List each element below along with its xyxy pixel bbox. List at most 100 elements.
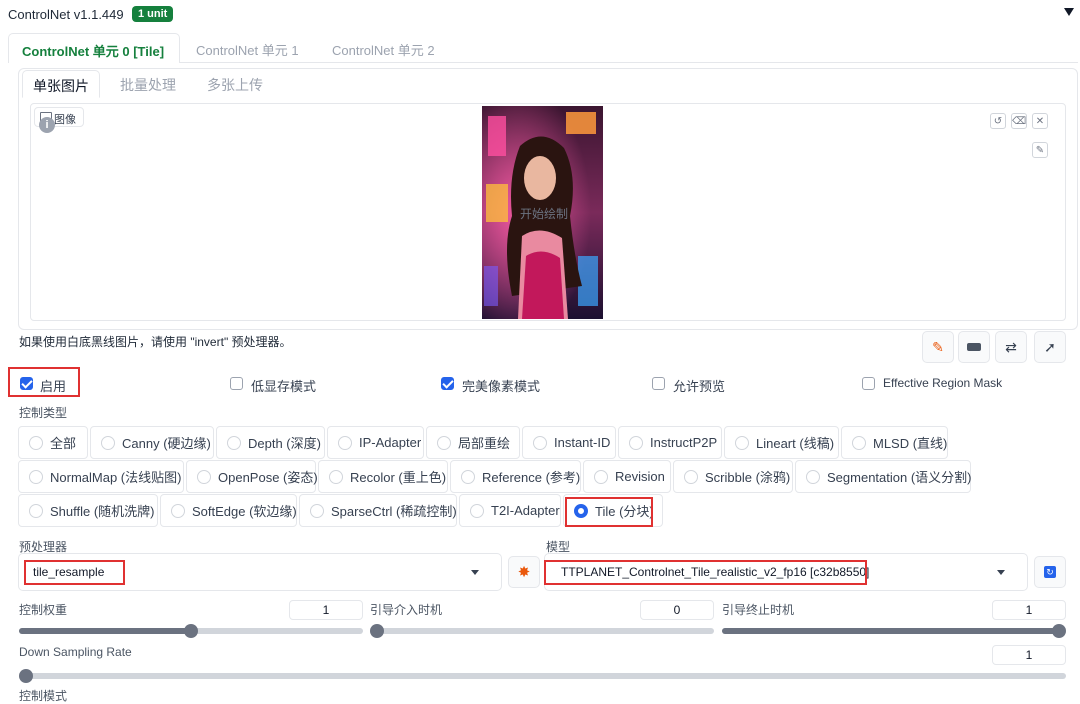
radio-circle	[29, 503, 43, 518]
radio-softedge[interactable]: SoftEdge (软边缘)	[160, 494, 297, 527]
start-drawing-overlay: 开始绘制	[520, 207, 569, 221]
down-sampling-label: Down Sampling Rate	[19, 645, 132, 659]
low-vram-label: 低显存模式	[251, 379, 317, 394]
tab-unit-1[interactable]: ControlNet 单元 1	[196, 40, 299, 59]
radio-circle	[101, 435, 115, 450]
radio-ip-adapter[interactable]: IP-Adapter	[327, 426, 424, 459]
undo-icon[interactable]: ↺	[990, 113, 1006, 129]
control-weight-label: 控制权重	[19, 603, 68, 617]
triangle-down-icon[interactable]	[1064, 8, 1074, 16]
slider-thumb[interactable]	[1052, 624, 1066, 638]
radio-depth[interactable]: Depth (深度)	[216, 426, 325, 459]
radio-label: 全部	[50, 436, 77, 451]
radio-recolor[interactable]: Recolor (重上色)	[318, 460, 448, 493]
radio-shuffle[interactable]: Shuffle (随机洗牌)	[18, 494, 158, 527]
radio-inpaint[interactable]: 局部重绘	[426, 426, 520, 459]
radio-circle	[629, 435, 643, 450]
tab-unit-0[interactable]: ControlNet 单元 0 [Tile]	[8, 33, 180, 63]
start-step-input[interactable]: 0	[640, 600, 714, 620]
radio-circle	[29, 469, 43, 484]
invert-hint: 如果使用白底黑线图片，请使用 "invert" 预处理器。	[19, 335, 292, 349]
radio-circle	[684, 469, 698, 484]
radio-canny[interactable]: Canny (硬边缘)	[90, 426, 214, 459]
radio-label: Segmentation (语义分割)	[827, 470, 972, 485]
tab-unit-0-label: ControlNet 单元 0 [Tile]	[22, 44, 165, 59]
allow-preview-checkbox[interactable]	[652, 377, 665, 390]
radio-segmentation[interactable]: Segmentation (语义分割)	[795, 460, 972, 493]
slider-fill	[19, 628, 191, 634]
radio-revision[interactable]: Revision	[583, 460, 671, 493]
region-mask-checkbox[interactable]	[862, 377, 875, 390]
radio-label: Lineart (线稿)	[756, 436, 835, 451]
radio-circle	[227, 435, 241, 450]
radio-label: Revision	[615, 469, 665, 484]
down-sampling-input[interactable]: 1	[992, 645, 1066, 665]
radio-lineart[interactable]: Lineart (线稿)	[724, 426, 839, 459]
chevron-down-icon	[471, 570, 479, 575]
radio-circle	[329, 469, 343, 484]
tab-batch[interactable]: 批量处理	[120, 75, 176, 95]
control-weight-slider[interactable]	[19, 624, 363, 638]
control-weight-input[interactable]: 1	[289, 600, 363, 620]
camera-icon[interactable]	[958, 331, 990, 363]
tab-single-image[interactable]: 单张图片	[22, 70, 100, 98]
radio-scribble[interactable]: Scribble (涂鸦)	[673, 460, 793, 493]
radio-label: SoftEdge (软边缘)	[192, 504, 297, 519]
radio-normalmap[interactable]: NormalMap (法线贴图)	[18, 460, 184, 493]
start-step-slider[interactable]	[370, 624, 714, 638]
tab-unit-2[interactable]: ControlNet 单元 2	[332, 40, 435, 59]
radio-circle	[338, 435, 352, 450]
radio-label: IP-Adapter	[359, 435, 422, 450]
swap-icon[interactable]: ⇄	[995, 331, 1027, 363]
radio-circle	[806, 469, 820, 484]
slider-thumb[interactable]	[19, 669, 33, 683]
slider-thumb[interactable]	[370, 624, 384, 638]
tab-multi-upload[interactable]: 多张上传	[207, 75, 263, 95]
info-icon[interactable]: i	[39, 117, 55, 133]
radio-circle	[461, 469, 475, 484]
control-mode-label: 控制模式	[19, 689, 68, 703]
slider-thumb[interactable]	[184, 624, 198, 638]
radio-label: Instant-ID	[554, 435, 611, 450]
radio-sparsectrl[interactable]: SparseCtrl (稀疏控制)	[299, 494, 457, 527]
radio-label: Reference (参考)	[482, 470, 581, 485]
refresh-icon[interactable]: ↻	[1034, 556, 1066, 588]
radio-openpose[interactable]: OpenPose (姿态)	[186, 460, 318, 493]
radio-reference[interactable]: Reference (参考)	[450, 460, 581, 493]
radio-circle	[197, 469, 211, 484]
end-step-label: 引导终止时机	[722, 603, 795, 617]
pixel-perfect-label: 完美像素模式	[462, 379, 541, 394]
allow-preview-label: 允许预览	[673, 379, 726, 394]
radio-instructp2p[interactable]: InstructP2P	[618, 426, 722, 459]
radio-mlsd[interactable]: MLSD (直线)	[841, 426, 948, 459]
tab-single-image-label: 单张图片	[33, 78, 89, 94]
control-type-label: 控制类型	[19, 406, 68, 420]
radio-instant-id[interactable]: Instant-ID	[522, 426, 616, 459]
end-step-slider[interactable]	[722, 624, 1066, 638]
eraser-icon[interactable]: ⌫	[1011, 113, 1027, 129]
radio-label: T2I-Adapter	[491, 503, 560, 518]
radio-label: InstructP2P	[650, 435, 718, 450]
radio-t2i-adapter[interactable]: T2I-Adapter	[459, 494, 561, 527]
radio-label: NormalMap (法线贴图)	[50, 470, 182, 485]
down-sampling-slider[interactable]	[19, 669, 1066, 683]
controlnet-title: ControlNet v1.1.449	[8, 7, 124, 22]
end-step-input[interactable]: 1	[992, 600, 1066, 620]
radio-circle	[735, 435, 749, 450]
send-icon[interactable]: ➚	[1034, 331, 1066, 363]
radio-label: 局部重绘	[458, 436, 511, 451]
pixel-perfect-checkbox[interactable]	[441, 377, 454, 390]
edit-icon[interactable]: ✎	[922, 331, 954, 363]
radio-label: Recolor (重上色)	[350, 470, 447, 485]
radio-circle	[437, 435, 451, 450]
chevron-down-icon	[997, 570, 1005, 575]
run-preprocessor-icon[interactable]: ✸	[508, 556, 540, 588]
radio-label: Canny (硬边缘)	[122, 436, 211, 451]
radio-all[interactable]: 全部	[18, 426, 88, 459]
close-icon[interactable]: ✕	[1032, 113, 1048, 129]
radio-circle	[29, 435, 43, 450]
radio-label: MLSD (直线)	[873, 436, 948, 451]
radio-label: Shuffle (随机洗牌)	[50, 504, 155, 519]
brush-icon[interactable]: ✎	[1032, 142, 1048, 158]
low-vram-checkbox[interactable]	[230, 377, 243, 390]
